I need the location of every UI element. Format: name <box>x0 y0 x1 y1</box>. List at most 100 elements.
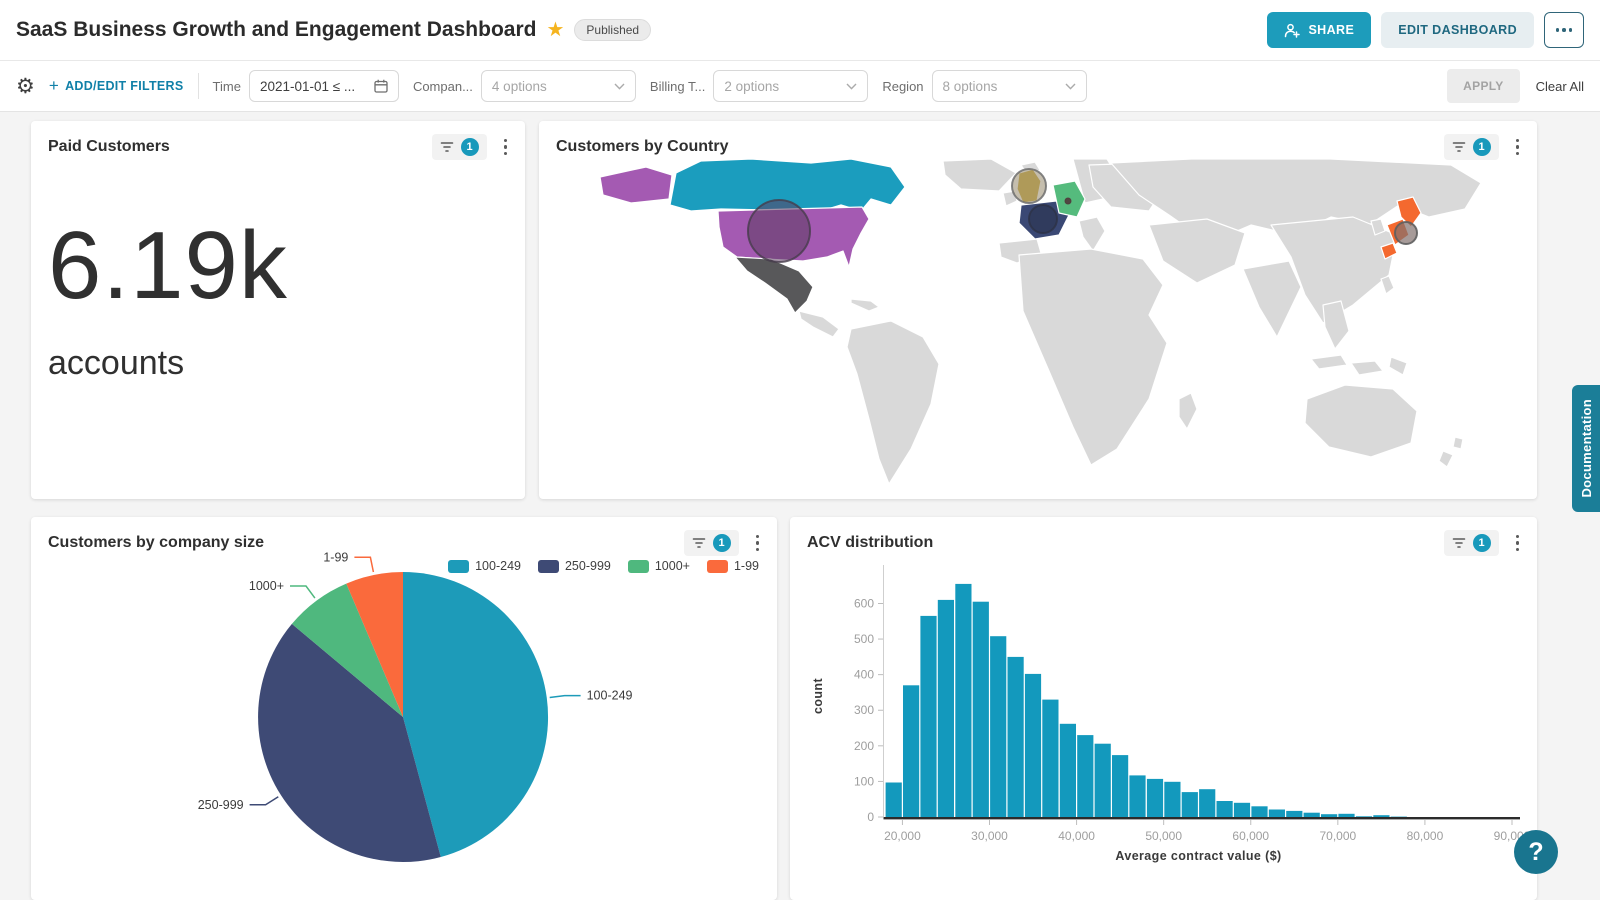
hist-bar[interactable] <box>1286 811 1302 817</box>
map-mexico[interactable] <box>735 257 813 313</box>
filter-group-company: Compan... 4 options <box>413 70 636 102</box>
share-button-label: SHARE <box>1308 23 1354 37</box>
add-edit-filters-button[interactable]: + ADD/EDIT FILTERS <box>49 76 184 96</box>
apply-button[interactable]: APPLY <box>1447 69 1519 103</box>
company-filter-value: 4 options <box>492 79 547 94</box>
hist-bar[interactable] <box>1251 806 1267 817</box>
hist-bar[interactable] <box>1095 744 1111 817</box>
widget-title: Paid Customers <box>48 138 170 156</box>
widget-menu-button[interactable] <box>752 531 764 556</box>
time-filter-input[interactable]: 2021-01-01 ≤ ... <box>249 70 399 102</box>
legend-label: 250-999 <box>565 559 611 573</box>
hist-bar[interactable] <box>1164 782 1180 817</box>
filter-funnel-icon <box>1452 537 1466 549</box>
map-middle-east <box>1149 219 1245 283</box>
hist-bar[interactable] <box>1234 803 1250 817</box>
clear-all-button[interactable]: Clear All <box>1536 79 1584 94</box>
company-filter-select[interactable]: 4 options <box>481 70 636 102</box>
map-marker-japan[interactable] <box>1395 222 1417 244</box>
widget-filter-chip[interactable]: 1 <box>1444 530 1499 556</box>
documentation-tab[interactable]: Documentation <box>1572 385 1600 512</box>
hist-bar[interactable] <box>1217 801 1233 817</box>
legend-item-250-999[interactable]: 250-999 <box>538 559 611 573</box>
legend-item-1000+[interactable]: 1000+ <box>628 559 690 573</box>
legend-label: 100-249 <box>475 559 521 573</box>
hist-bar[interactable] <box>1042 700 1058 817</box>
share-person-icon <box>1284 23 1300 38</box>
hist-bar[interactable] <box>1077 735 1093 817</box>
billing-filter-select[interactable]: 2 options <box>713 70 868 102</box>
edit-dashboard-label: EDIT DASHBOARD <box>1398 23 1517 37</box>
y-tick-label: 0 <box>867 810 874 824</box>
more-options-button[interactable] <box>1544 12 1584 48</box>
hist-bar[interactable] <box>973 602 989 817</box>
x-axis-line <box>884 817 1521 819</box>
filter-count-badge: 1 <box>1473 138 1491 156</box>
map-marker-germany[interactable] <box>1065 198 1071 204</box>
map-australia <box>1305 385 1417 457</box>
map-india <box>1243 261 1301 337</box>
widget-menu-button[interactable] <box>1512 531 1524 556</box>
x-tick-label: 20,000 <box>884 829 921 843</box>
hist-bar[interactable] <box>990 636 1006 817</box>
hist-bar[interactable] <box>920 616 936 817</box>
widget-title: Customers by Country <box>556 138 728 156</box>
page-title: SaaS Business Growth and Engagement Dash… <box>16 18 536 42</box>
hist-bar[interactable] <box>1182 792 1198 817</box>
filter-bar: ⚙ + ADD/EDIT FILTERS Time 2021-01-01 ≤ .… <box>0 61 1600 112</box>
filter-group-region: Region 8 options <box>882 70 1086 102</box>
legend-item-1-99[interactable]: 1-99 <box>707 559 759 573</box>
hist-bar[interactable] <box>1269 810 1285 818</box>
favorite-star-icon[interactable]: ★ <box>546 20 564 40</box>
region-filter-select[interactable]: 8 options <box>932 70 1087 102</box>
map-alaska[interactable] <box>600 167 672 203</box>
calendar-icon <box>374 79 388 93</box>
hist-bar[interactable] <box>886 783 902 818</box>
map-madagascar <box>1179 393 1197 429</box>
hist-bar[interactable] <box>1025 674 1041 817</box>
hist-bar[interactable] <box>1008 657 1024 817</box>
widget-filter-chip[interactable]: 1 <box>432 134 487 160</box>
map-marker-uk[interactable] <box>1012 169 1046 203</box>
share-button[interactable]: SHARE <box>1267 12 1371 48</box>
filter-funnel-icon <box>440 141 454 153</box>
map-marker-usa[interactable] <box>748 200 810 262</box>
hist-bar[interactable] <box>1060 724 1076 817</box>
dashboard-body: Paid Customers 1 6.19k accounts Customer… <box>0 112 1600 900</box>
time-filter-value: 2021-01-01 ≤ ... <box>260 79 355 94</box>
filter-label: Time <box>213 79 241 94</box>
edit-dashboard-button[interactable]: EDIT DASHBOARD <box>1381 12 1534 48</box>
filter-group-time: Time 2021-01-01 ≤ ... <box>213 70 399 102</box>
map-marker-france[interactable] <box>1029 205 1057 233</box>
widget-menu-button[interactable] <box>500 135 512 160</box>
hist-bar[interactable] <box>1199 789 1215 817</box>
hist-bar[interactable] <box>1321 814 1337 817</box>
map-indonesia <box>1311 355 1407 375</box>
hist-bar[interactable] <box>1304 813 1320 817</box>
gear-icon[interactable]: ⚙ <box>16 76 35 97</box>
chevron-down-icon <box>614 83 625 90</box>
legend-item-100-249[interactable]: 100-249 <box>448 559 521 573</box>
hist-bar[interactable] <box>1338 814 1354 817</box>
hist-bar[interactable] <box>1112 755 1128 817</box>
widget-filter-chip[interactable]: 1 <box>1444 134 1499 160</box>
hist-bar[interactable] <box>1356 816 1372 817</box>
hist-bar[interactable] <box>1147 779 1163 817</box>
y-tick-label: 500 <box>854 632 874 646</box>
y-tick-label: 600 <box>854 596 874 610</box>
pie-callout-label: 1000+ <box>249 579 284 593</box>
widget-filter-chip[interactable]: 1 <box>684 530 739 556</box>
widget-menu-button[interactable] <box>1512 135 1524 160</box>
hist-bar[interactable] <box>1129 775 1145 817</box>
hist-bar[interactable] <box>938 600 954 817</box>
hist-bar[interactable] <box>955 584 971 817</box>
region-filter-value: 8 options <box>943 79 998 94</box>
help-button[interactable]: ? <box>1514 830 1558 874</box>
widget-title: Customers by company size <box>48 534 264 552</box>
world-map[interactable] <box>551 159 1526 489</box>
filter-label: Compan... <box>413 79 473 94</box>
legend-swatch <box>448 560 469 573</box>
hist-bar[interactable] <box>1373 815 1389 817</box>
hist-bar[interactable] <box>903 685 919 817</box>
map-philippines <box>1381 276 1394 294</box>
